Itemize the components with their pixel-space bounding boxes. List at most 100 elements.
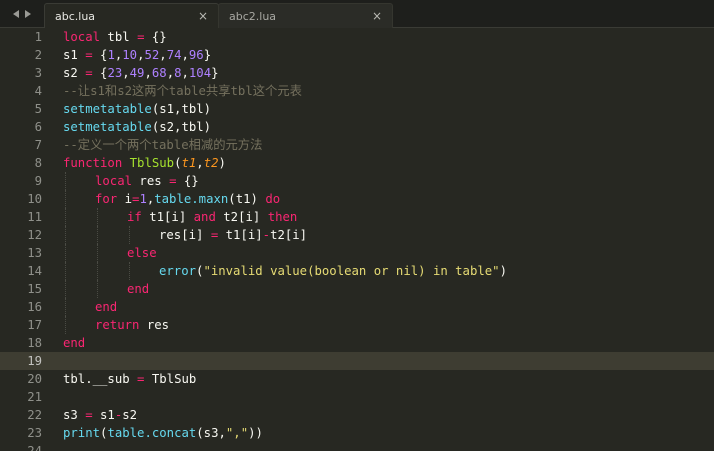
indent-guide	[129, 226, 130, 244]
code-token: t2[i]	[270, 228, 308, 242]
code-text: --让s1和s2这两个table共享tbl这个元表	[63, 82, 302, 100]
line-number: 8	[34, 156, 42, 170]
code-token: s1	[63, 48, 86, 62]
code-token: 49	[129, 66, 145, 80]
code-line[interactable]: 16 end	[0, 298, 714, 316]
code-token: -	[262, 228, 271, 242]
code-token: print	[63, 426, 101, 440]
tab-label: abc.lua	[55, 9, 96, 23]
arrow-right-icon[interactable]	[25, 10, 31, 18]
code-text: else	[127, 244, 157, 262]
code-line[interactable]: 23 print(table.concat(s3,","))	[0, 424, 714, 442]
code-token: TblSub	[144, 372, 197, 386]
code-token: ,	[144, 66, 152, 80]
code-line[interactable]: 21	[0, 388, 714, 406]
tab-abc-lua[interactable]: abc.lua ×	[44, 3, 219, 28]
code-line[interactable]: 13 else	[0, 244, 714, 262]
code-token: 104	[188, 66, 212, 80]
code-line[interactable]: 19	[0, 352, 714, 370]
code-line[interactable]: 9 local res = {}	[0, 172, 714, 190]
code-text: local tbl = {}	[63, 28, 167, 46]
code-token: end	[127, 282, 150, 296]
tab-abc2-lua[interactable]: abc2.lua ×	[218, 3, 393, 28]
code-token: and	[193, 210, 216, 224]
code-line[interactable]: 2 s1 = {1,10,52,74,96}	[0, 46, 714, 64]
code-token: =	[85, 48, 93, 62]
line-number: 21	[27, 390, 42, 404]
code-token: table.maxn	[154, 192, 229, 206]
code-text: return res	[95, 316, 169, 334]
code-token: (t1)	[228, 192, 266, 206]
code-text: tbl.__sub = TblSub	[63, 370, 196, 388]
code-editor[interactable]: 1 local tbl = {} 2 s1 = {1,10,52,74,96} 3 s2 …	[0, 28, 714, 451]
code-text: if t1[i] and t2[i] then	[127, 208, 297, 226]
code-token: else	[127, 246, 157, 260]
code-line[interactable]: 18 end	[0, 334, 714, 352]
line-number: 12	[27, 228, 42, 242]
tab-label: abc2.lua	[229, 9, 277, 23]
code-token: =	[85, 66, 93, 80]
code-line[interactable]: 5 setmetatable(s1,tbl)	[0, 100, 714, 118]
code-line[interactable]: 1 local tbl = {}	[0, 28, 714, 46]
code-text: for i=1,table.maxn(t1) do	[95, 190, 280, 208]
code-token: }	[211, 66, 219, 80]
close-icon[interactable]: ×	[372, 10, 382, 22]
code-token: then	[267, 210, 298, 224]
code-line[interactable]: 4 --让s1和s2这两个table共享tbl这个元表	[0, 82, 714, 100]
code-token: ,	[166, 66, 175, 80]
code-token: 1	[107, 48, 115, 62]
code-line[interactable]: 14 error("invalid value(boolean or nil) i…	[0, 262, 714, 280]
code-line[interactable]: 17 return res	[0, 316, 714, 334]
code-token: s1	[92, 408, 115, 422]
line-number: 4	[34, 84, 42, 98]
code-line[interactable]: 24	[0, 442, 714, 451]
code-token: i	[117, 192, 133, 206]
code-token: )	[218, 156, 226, 170]
code-text: print(table.concat(s3,","))	[63, 424, 263, 442]
close-icon[interactable]: ×	[198, 10, 208, 22]
code-token: 96	[188, 48, 204, 62]
indent-guide	[65, 280, 66, 298]
code-line[interactable]: 12 res[i] = t1[i]-t2[i]	[0, 226, 714, 244]
code-token: s3	[63, 408, 86, 422]
code-token: {}	[144, 30, 167, 44]
code-token: s2	[122, 408, 138, 422]
code-token: {}	[176, 174, 199, 188]
code-token: }	[203, 48, 212, 62]
code-token: 52	[144, 48, 160, 62]
code-line[interactable]: 7 --定义一个两个table相减的元方法	[0, 136, 714, 154]
indent-guide	[65, 208, 66, 226]
line-number: 20	[27, 372, 42, 386]
code-text: end	[63, 334, 85, 352]
code-token: t2[i]	[215, 210, 268, 224]
code-token: end	[63, 336, 86, 350]
indent-guide	[65, 172, 66, 190]
code-line[interactable]: 6 setmetatable(s2,tbl)	[0, 118, 714, 136]
code-line[interactable]: 15 end	[0, 280, 714, 298]
code-token: error	[159, 264, 197, 278]
code-line[interactable]: 8 function TblSub(t1,t2)	[0, 154, 714, 172]
code-text: setmetatable(s2,tbl)	[63, 118, 211, 136]
code-line[interactable]: 22 s3 = s1-s2	[0, 406, 714, 424]
line-number: 9	[34, 174, 42, 188]
code-line[interactable]: 20 tbl.__sub = TblSub	[0, 370, 714, 388]
line-number: 3	[34, 66, 42, 80]
indent-guide	[97, 226, 98, 244]
indent-guide	[65, 244, 66, 262]
code-token: tbl.__sub	[63, 372, 138, 386]
line-number: 14	[27, 264, 42, 278]
code-token: 23	[107, 66, 123, 80]
code-token: return	[95, 318, 140, 332]
code-line[interactable]: 3 s2 = {23,49,68,8,104}	[0, 64, 714, 82]
code-line[interactable]: 10 for i=1,table.maxn(t1) do	[0, 190, 714, 208]
line-number: 11	[27, 210, 42, 224]
indent-guide	[97, 280, 98, 298]
code-line[interactable]: 11 if t1[i] and t2[i] then	[0, 208, 714, 226]
line-number: 6	[34, 120, 42, 134]
code-token: setmetatable	[63, 102, 152, 116]
line-number: 23	[27, 426, 42, 440]
arrow-left-icon[interactable]	[13, 10, 19, 18]
code-token: "invalid value(boolean or nil) in table"	[203, 264, 500, 278]
code-token: do	[265, 192, 281, 206]
